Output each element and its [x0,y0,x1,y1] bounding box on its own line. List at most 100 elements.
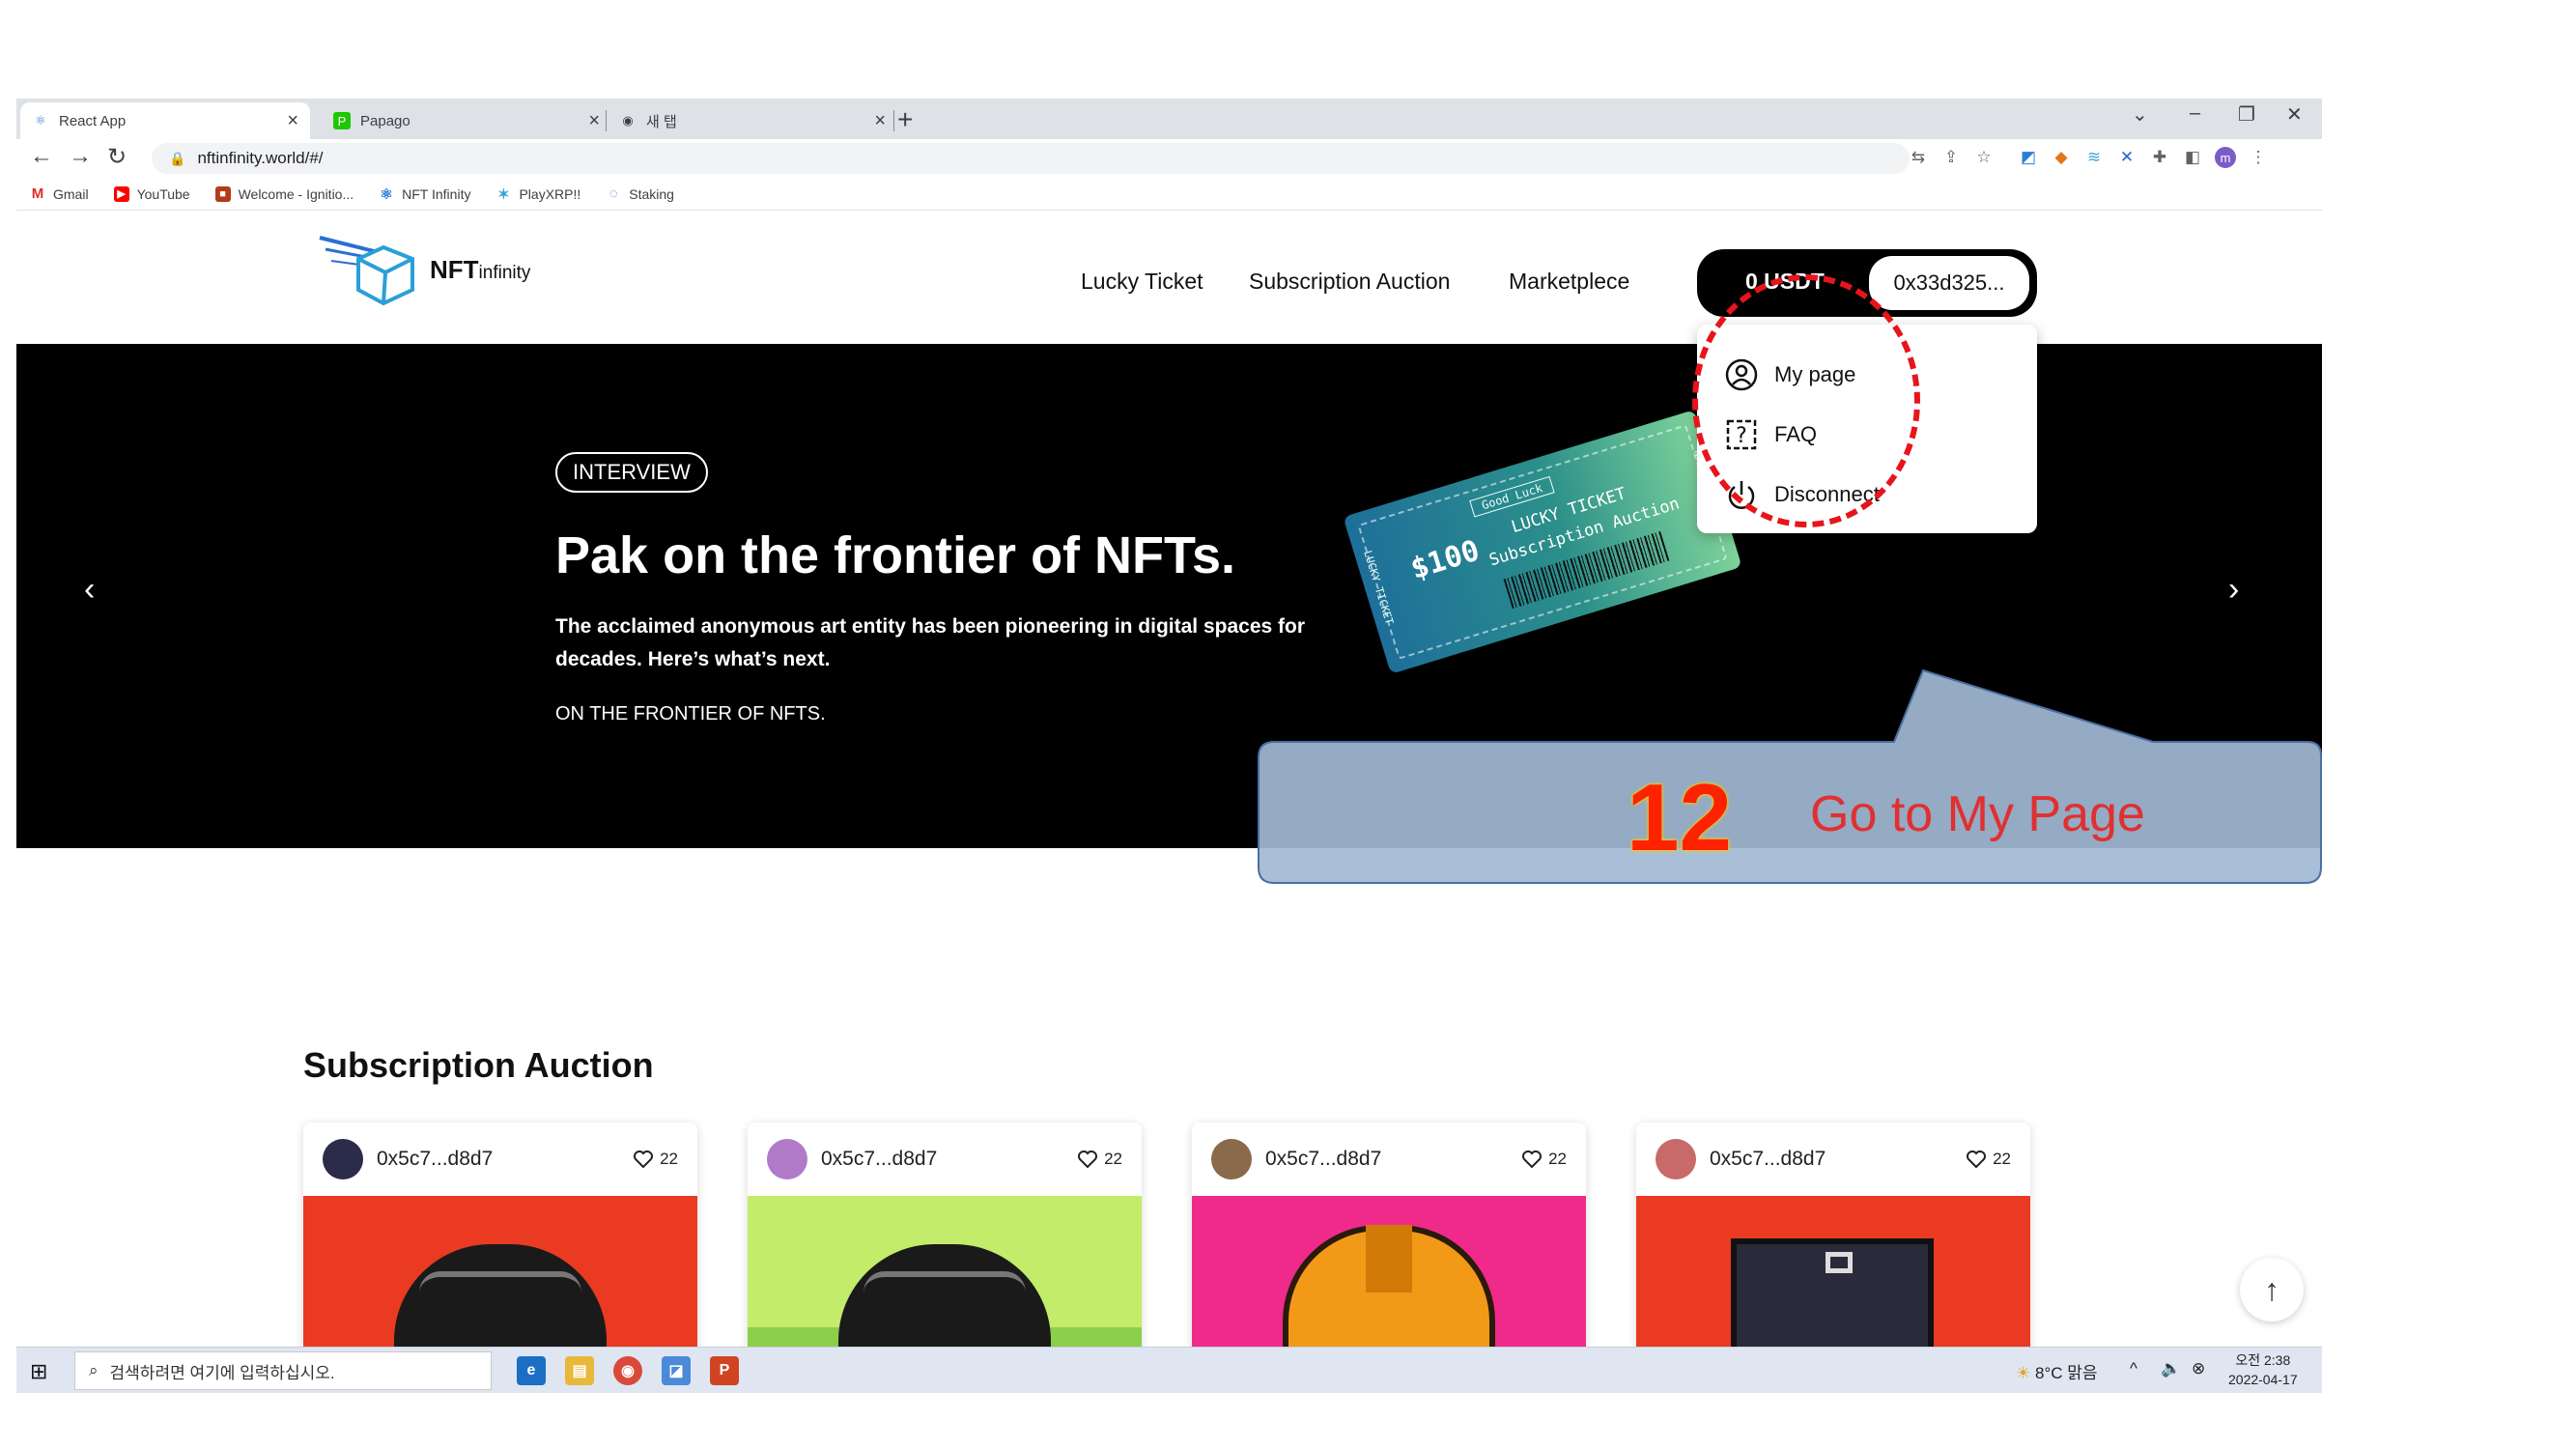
close-icon[interactable]: × [874,110,886,132]
taskbar-clock[interactable]: 오전 2:38 2022-04-17 [2228,1350,2298,1389]
close-window-button[interactable]: ✕ [2286,102,2303,127]
tab-label: 새 탭 [646,113,677,130]
taskbar-search-input[interactable]: ⌕ 검색하려면 여기에 입력하십시오. [74,1351,492,1390]
bookmark-label: YouTube [136,185,190,202]
like-count: 22 [1548,1150,1567,1168]
card-header: 0x5c7...d8d7 22 [748,1122,1142,1196]
bookmark-label: Welcome - Ignitio... [238,185,354,202]
search-icon: ⌕ [89,1361,99,1379]
chrome-icon[interactable]: ◉ [613,1356,642,1385]
gmail-icon: M [31,185,44,202]
nft-icon: ⚛ [380,185,393,203]
tab-new-tab[interactable]: ◉ 새 탭 × [608,102,897,139]
bookmark-youtube[interactable]: ▶ YouTube [113,185,190,202]
extension-icon[interactable]: ◩ [2018,147,2039,168]
arrow-up-icon: ↑ [2264,1271,2279,1307]
extension-icon[interactable]: ≋ [2083,147,2105,168]
address-bar[interactable]: 🔒 nftinfinity.world/#/ [152,143,1910,174]
xrp-icon: ✶ [497,185,510,203]
puzzle-icon[interactable]: ✚ [2149,147,2170,168]
menu-icon[interactable]: ⋮ [2248,147,2269,168]
bookmark-staking[interactable]: ◌ Staking [606,185,674,202]
card-owner: 0x5c7...d8d7 [821,1148,938,1170]
avatar [1656,1139,1696,1179]
weather-icon: ☀ [2016,1364,2031,1382]
like-count: 22 [1993,1150,2011,1168]
metamask-icon[interactable]: ◆ [2051,147,2072,168]
sidebar-icon[interactable]: ◧ [2182,147,2203,168]
staking-icon: ◌ [609,185,618,202]
nav-subscription-auction[interactable]: Subscription Auction [1249,269,1450,295]
heart-icon [1078,1151,1098,1169]
file-explorer-icon[interactable]: ▤ [565,1356,594,1385]
like-count: 22 [660,1150,678,1168]
chevron-left-icon[interactable]: ‹ [84,571,95,609]
site-logo[interactable]: NFTinfinity [316,230,530,309]
forward-arrow-icon[interactable]: → [69,143,92,170]
bookmarks-bar: M Gmail ▶ YouTube ■ Welcome - Ignitio... ⚛ N… [16,178,2322,211]
weather-widget[interactable]: ☀ 8°C 맑음 [2016,1359,2098,1383]
edge-icon[interactable]: e [517,1356,546,1385]
speaker-icon[interactable]: 🔈 [2161,1359,2181,1378]
bookmark-label: NFT Infinity [402,185,471,202]
back-arrow-icon[interactable]: ← [30,143,53,170]
step-number: 12 [1627,764,1733,870]
like-button[interactable]: 22 [1966,1150,2011,1169]
avatar [767,1139,807,1179]
clock-time: 오전 2:38 [2235,1352,2291,1368]
nav-marketplace[interactable]: Marketplece [1509,269,1629,295]
youtube-icon: ▶ [113,185,129,202]
hero-tagline: ON THE FRONTIER OF NFTS. [555,703,826,724]
new-tab-button[interactable]: + [897,104,913,135]
tab-divider [893,110,894,131]
card-owner: 0x5c7...d8d7 [1265,1148,1382,1170]
highlight-circle [1692,274,1920,527]
browser-window: ⚛ React App × P Papago × ◉ 새 탭 × + ⌄ – ❐… [16,99,2322,1393]
scroll-to-top-button[interactable]: ↑ [2240,1258,2304,1321]
card-owner: 0x5c7...d8d7 [1710,1148,1826,1170]
tab-papago[interactable]: P Papago × [322,102,611,139]
address-row: ← → ↻ 🔒 nftinfinity.world/#/ ⇆ ⇪ ☆ ◩ ◆ ≋… [16,139,2322,178]
heart-icon [634,1151,654,1169]
tab-react-app[interactable]: ⚛ React App × [20,102,310,139]
profile-avatar[interactable]: m [2215,147,2236,168]
like-button[interactable]: 22 [1521,1150,1567,1169]
card-header: 0x5c7...d8d7 22 [303,1122,697,1196]
wallet-address[interactable]: 0x33d325... [1869,256,2029,310]
translate-icon[interactable]: ⇆ [1908,147,1929,168]
restore-button[interactable]: ❐ [2238,102,2255,127]
reload-icon[interactable]: ↻ [107,143,127,171]
app-icon[interactable]: ◪ [662,1356,691,1385]
share-icon[interactable]: ⇪ [1940,147,1962,168]
like-button[interactable]: 22 [633,1150,678,1169]
bookmark-star-icon[interactable]: ☆ [1973,147,1995,168]
heart-icon [1522,1151,1543,1169]
bookmark-gmail[interactable]: M Gmail [30,185,89,202]
powerpoint-icon[interactable]: P [710,1356,739,1385]
hero-description: The acclaimed anonymous art entity has b… [555,615,1306,670]
close-icon[interactable]: × [287,110,298,132]
taskbar: ⊞ ⌕ 검색하려면 여기에 입력하십시오. e ▤ ◉ ◪ P ☀ 8°C 맑음… [16,1347,2322,1393]
extension-icon[interactable]: ✕ [2116,147,2137,168]
hero-badge: INTERVIEW [555,452,708,493]
bookmark-label: Gmail [53,185,89,202]
close-icon[interactable]: × [588,110,600,132]
tab-label: React App [59,112,127,129]
weather-text: 8°C 맑음 [2034,1364,2098,1382]
chevron-up-icon[interactable]: ^ [2130,1359,2137,1378]
clock-date: 2022-04-17 [2228,1372,2298,1387]
chevron-down-icon[interactable]: ⌄ [2132,102,2148,127]
logo-main: NFT [430,254,479,284]
ignition-icon: ■ [214,185,231,202]
like-count: 22 [1104,1150,1122,1168]
papago-icon: P [333,112,351,129]
bookmark-playxrp[interactable]: ✶ PlayXRP!! [495,185,580,203]
minimize-button[interactable]: – [2190,102,2200,125]
nav-lucky-ticket[interactable]: Lucky Ticket [1081,269,1203,295]
bookmark-nft-infinity[interactable]: ⚛ NFT Infinity [379,185,471,203]
network-icon[interactable]: ⊗ [2192,1359,2205,1378]
bookmark-ignition[interactable]: ■ Welcome - Ignitio... [214,185,354,202]
like-button[interactable]: 22 [1077,1150,1122,1169]
hero-title: Pak on the frontier of NFTs. [555,526,1236,584]
windows-start-icon[interactable]: ⊞ [30,1359,47,1384]
